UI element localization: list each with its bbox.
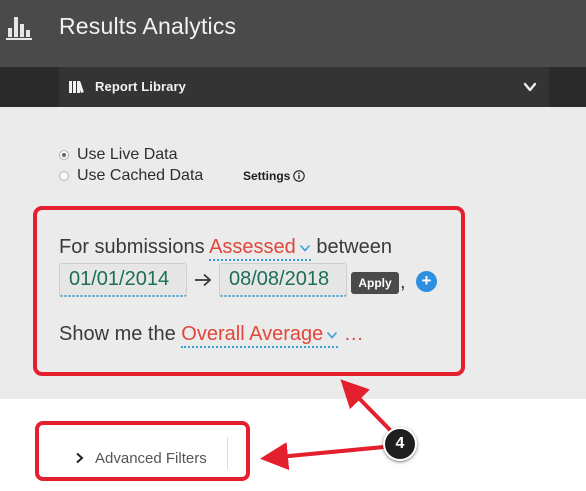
annotation-arrow-up: [340, 379, 394, 434]
annotation-arrow-left: [260, 442, 385, 471]
annotation-arrows: [260, 379, 394, 471]
step-number-badge: 4: [383, 427, 417, 461]
app-root: Results Analytics Report Library Use Liv…: [0, 0, 586, 491]
